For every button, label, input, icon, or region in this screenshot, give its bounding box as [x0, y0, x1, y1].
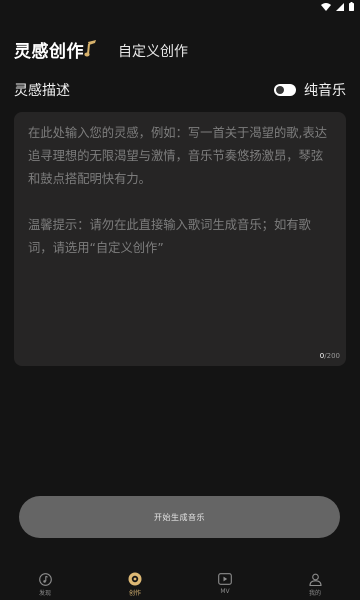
nav-item-mv[interactable]: MV [180, 572, 270, 600]
wifi-icon [321, 2, 331, 11]
character-counter: 0/200 [320, 352, 340, 360]
person-icon [308, 572, 322, 586]
tab-inspiration-creation[interactable]: 灵感创作 [14, 37, 96, 62]
music-note-decoration-icon [84, 39, 98, 62]
nav-item-discover[interactable]: 发现 [0, 572, 90, 600]
generate-music-button[interactable]: 开始生成音乐 [19, 496, 340, 538]
pure-music-toggle[interactable] [274, 84, 296, 96]
disc-icon [128, 572, 142, 586]
nav-label: MV [220, 588, 230, 595]
nav-label: 发现 [38, 590, 51, 597]
bottom-nav: 发现 创作 MV 我的 [0, 572, 360, 600]
pure-music-label: 纯音乐 [304, 83, 346, 99]
status-bar [0, 0, 360, 14]
signal-icon [336, 2, 344, 11]
status-icons [321, 2, 354, 11]
tab-inspiration-label: 灵感创作 [14, 42, 84, 62]
inspiration-title: 灵感描述 [14, 83, 70, 99]
pure-music-control: 纯音乐 [274, 80, 346, 100]
video-play-icon [218, 572, 232, 586]
tab-custom-creation[interactable]: 自定义创作 [118, 41, 188, 62]
inspiration-placeholder: 在此处输入您的灵感，例如：写一首关于渴望的歌,表达追寻理想的无限渴望与激情，音乐… [28, 126, 328, 255]
nav-label: 我的 [308, 590, 321, 597]
creation-tabs: 灵感创作 自定义创作 [14, 36, 188, 62]
nav-label: 创作 [128, 590, 141, 597]
counter-max: /200 [324, 352, 340, 360]
screen: 灵感创作 自定义创作 灵感描述 纯音乐 在此处输入您的灵感，例如：写一首关于渴望… [0, 0, 360, 600]
inspiration-input[interactable]: 在此处输入您的灵感，例如：写一首关于渴望的歌,表达追寻理想的无限渴望与激情，音乐… [14, 112, 346, 366]
nav-item-create[interactable]: 创作 [90, 572, 180, 600]
music-note-icon [38, 572, 52, 586]
nav-item-mine[interactable]: 我的 [270, 572, 360, 600]
battery-icon [349, 2, 354, 11]
toggle-knob [276, 86, 284, 94]
inspiration-header: 灵感描述 纯音乐 [14, 80, 346, 100]
